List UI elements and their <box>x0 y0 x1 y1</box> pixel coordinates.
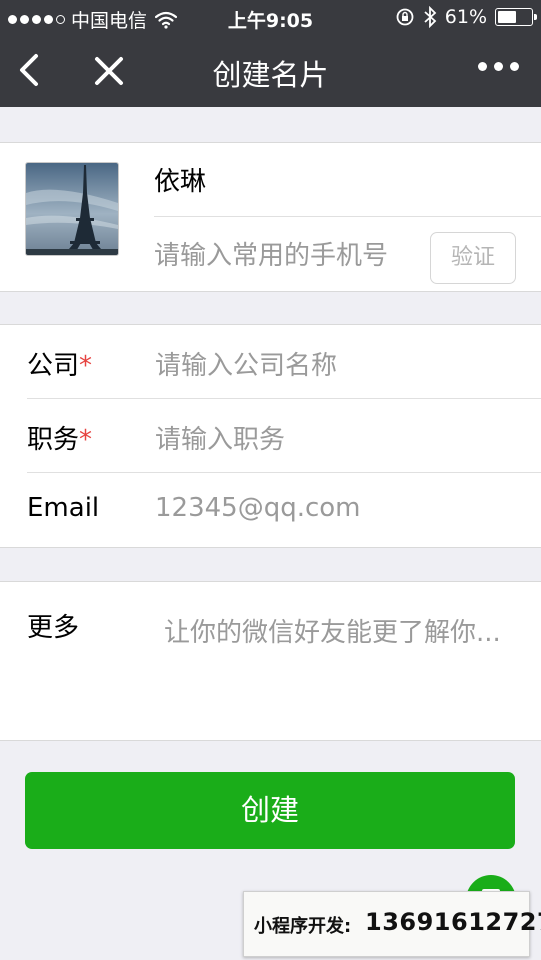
status-bar: 中国电信 上午9:05 61% <box>0 0 541 36</box>
more-card: 更多 让你的微信好友能更了解你... <box>0 581 541 741</box>
page-title: 创建名片 <box>212 58 329 92</box>
promo-banner: 小程序开发: 13691612727 <box>243 891 541 957</box>
info-form: 公司* 请输入公司名称 职务* 请输入职务 Email 12345@qq.com <box>0 324 541 548</box>
email-row: Email 12345@qq.com <box>0 473 541 547</box>
promo-phone: 13691612727 <box>365 908 541 936</box>
create-button[interactable]: 创建 <box>25 772 515 849</box>
top-bar: 中国电信 上午9:05 61% 创建名片 <box>0 0 541 107</box>
more-icon[interactable] <box>478 62 519 71</box>
profile-name: 依琳 <box>154 167 207 197</box>
bluetooth-icon <box>424 6 437 28</box>
company-input[interactable]: 请输入公司名称 <box>155 345 337 382</box>
required-mark: * <box>79 351 93 381</box>
title-label: 职务 <box>27 425 80 455</box>
required-mark: * <box>79 425 93 455</box>
more-textarea[interactable]: 让你的微信好友能更了解你... <box>164 616 504 651</box>
rotation-lock-icon <box>396 8 414 26</box>
avatar[interactable] <box>25 162 119 256</box>
battery-percent: 61% <box>444 6 487 28</box>
promo-label: 小程序开发: <box>254 916 352 937</box>
company-row: 公司* 请输入公司名称 <box>0 325 541 399</box>
phone-input[interactable]: 请输入常用的手机号 <box>154 235 388 272</box>
title-input[interactable]: 请输入职务 <box>155 419 285 456</box>
more-label: 更多 <box>27 613 80 643</box>
profile-card: 依琳 请输入常用的手机号 验证 <box>0 142 541 292</box>
email-input[interactable]: 12345@qq.com <box>155 493 361 523</box>
verify-button[interactable]: 验证 <box>430 232 516 284</box>
battery-icon <box>495 8 537 26</box>
email-label: Email <box>27 493 100 523</box>
company-label: 公司 <box>27 351 80 381</box>
title-row: 职务* 请输入职务 <box>0 399 541 473</box>
divider <box>154 216 541 217</box>
eiffel-tower-photo <box>26 163 118 255</box>
nav-bar: 创建名片 <box>0 36 541 107</box>
